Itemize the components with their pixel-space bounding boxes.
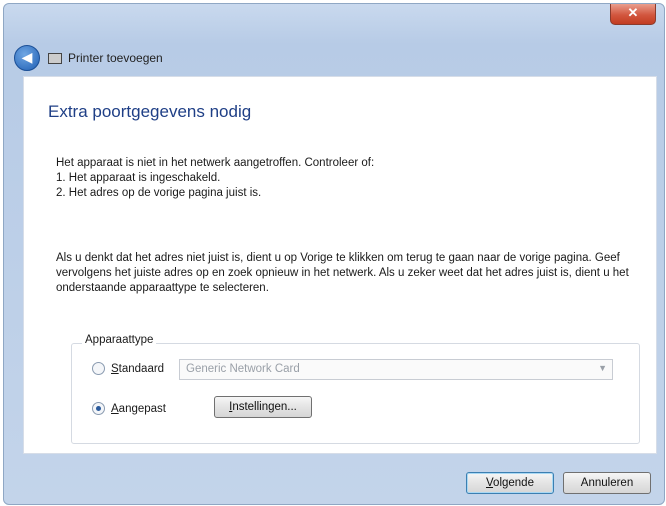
close-icon: ✕ xyxy=(627,5,639,20)
radio-standard-row[interactable]: Standaard xyxy=(92,362,164,375)
not-found-message: Het apparaat is niet in het netwerk aang… xyxy=(56,156,596,201)
radio-standard[interactable] xyxy=(92,362,105,375)
wizard-window: ✕ ◀ Printer toevoegen Extra poortgegeven… xyxy=(3,3,665,505)
message-line-3: 2. Het adres op de vorige pagina juist i… xyxy=(56,187,262,199)
chevron-down-icon: ▼ xyxy=(598,363,607,373)
instruction-text: Als u denkt dat het adres niet juist is,… xyxy=(56,252,629,294)
back-arrow-icon: ◀ xyxy=(21,49,33,65)
radio-custom-row[interactable]: Aangepast xyxy=(92,402,166,415)
device-type-select[interactable]: Generic Network Card ▼ xyxy=(179,359,613,380)
title-bar: ◀ Printer toevoegen xyxy=(14,44,163,72)
settings-button[interactable]: Instellingen... xyxy=(214,396,312,418)
page-heading: Extra poortgegevens nodig xyxy=(48,102,252,121)
device-type-select-value: Generic Network Card xyxy=(186,363,300,375)
window-title: Printer toevoegen xyxy=(68,51,163,65)
message-line-2: 1. Het apparaat is ingeschakeld. xyxy=(56,172,221,184)
cancel-button[interactable]: Annuleren xyxy=(563,472,651,494)
printer-icon xyxy=(48,52,62,64)
radio-standard-label: Standaard xyxy=(111,362,165,375)
device-type-legend: Apparaattype xyxy=(82,334,157,346)
radio-custom[interactable] xyxy=(92,402,105,415)
radio-custom-label: Aangepast xyxy=(111,402,166,415)
next-button[interactable]: Volgende xyxy=(466,472,554,494)
back-button[interactable]: ◀ xyxy=(14,45,40,71)
message-line-1: Het apparaat is niet in het netwerk aang… xyxy=(56,157,375,169)
close-button[interactable]: ✕ xyxy=(610,4,656,25)
